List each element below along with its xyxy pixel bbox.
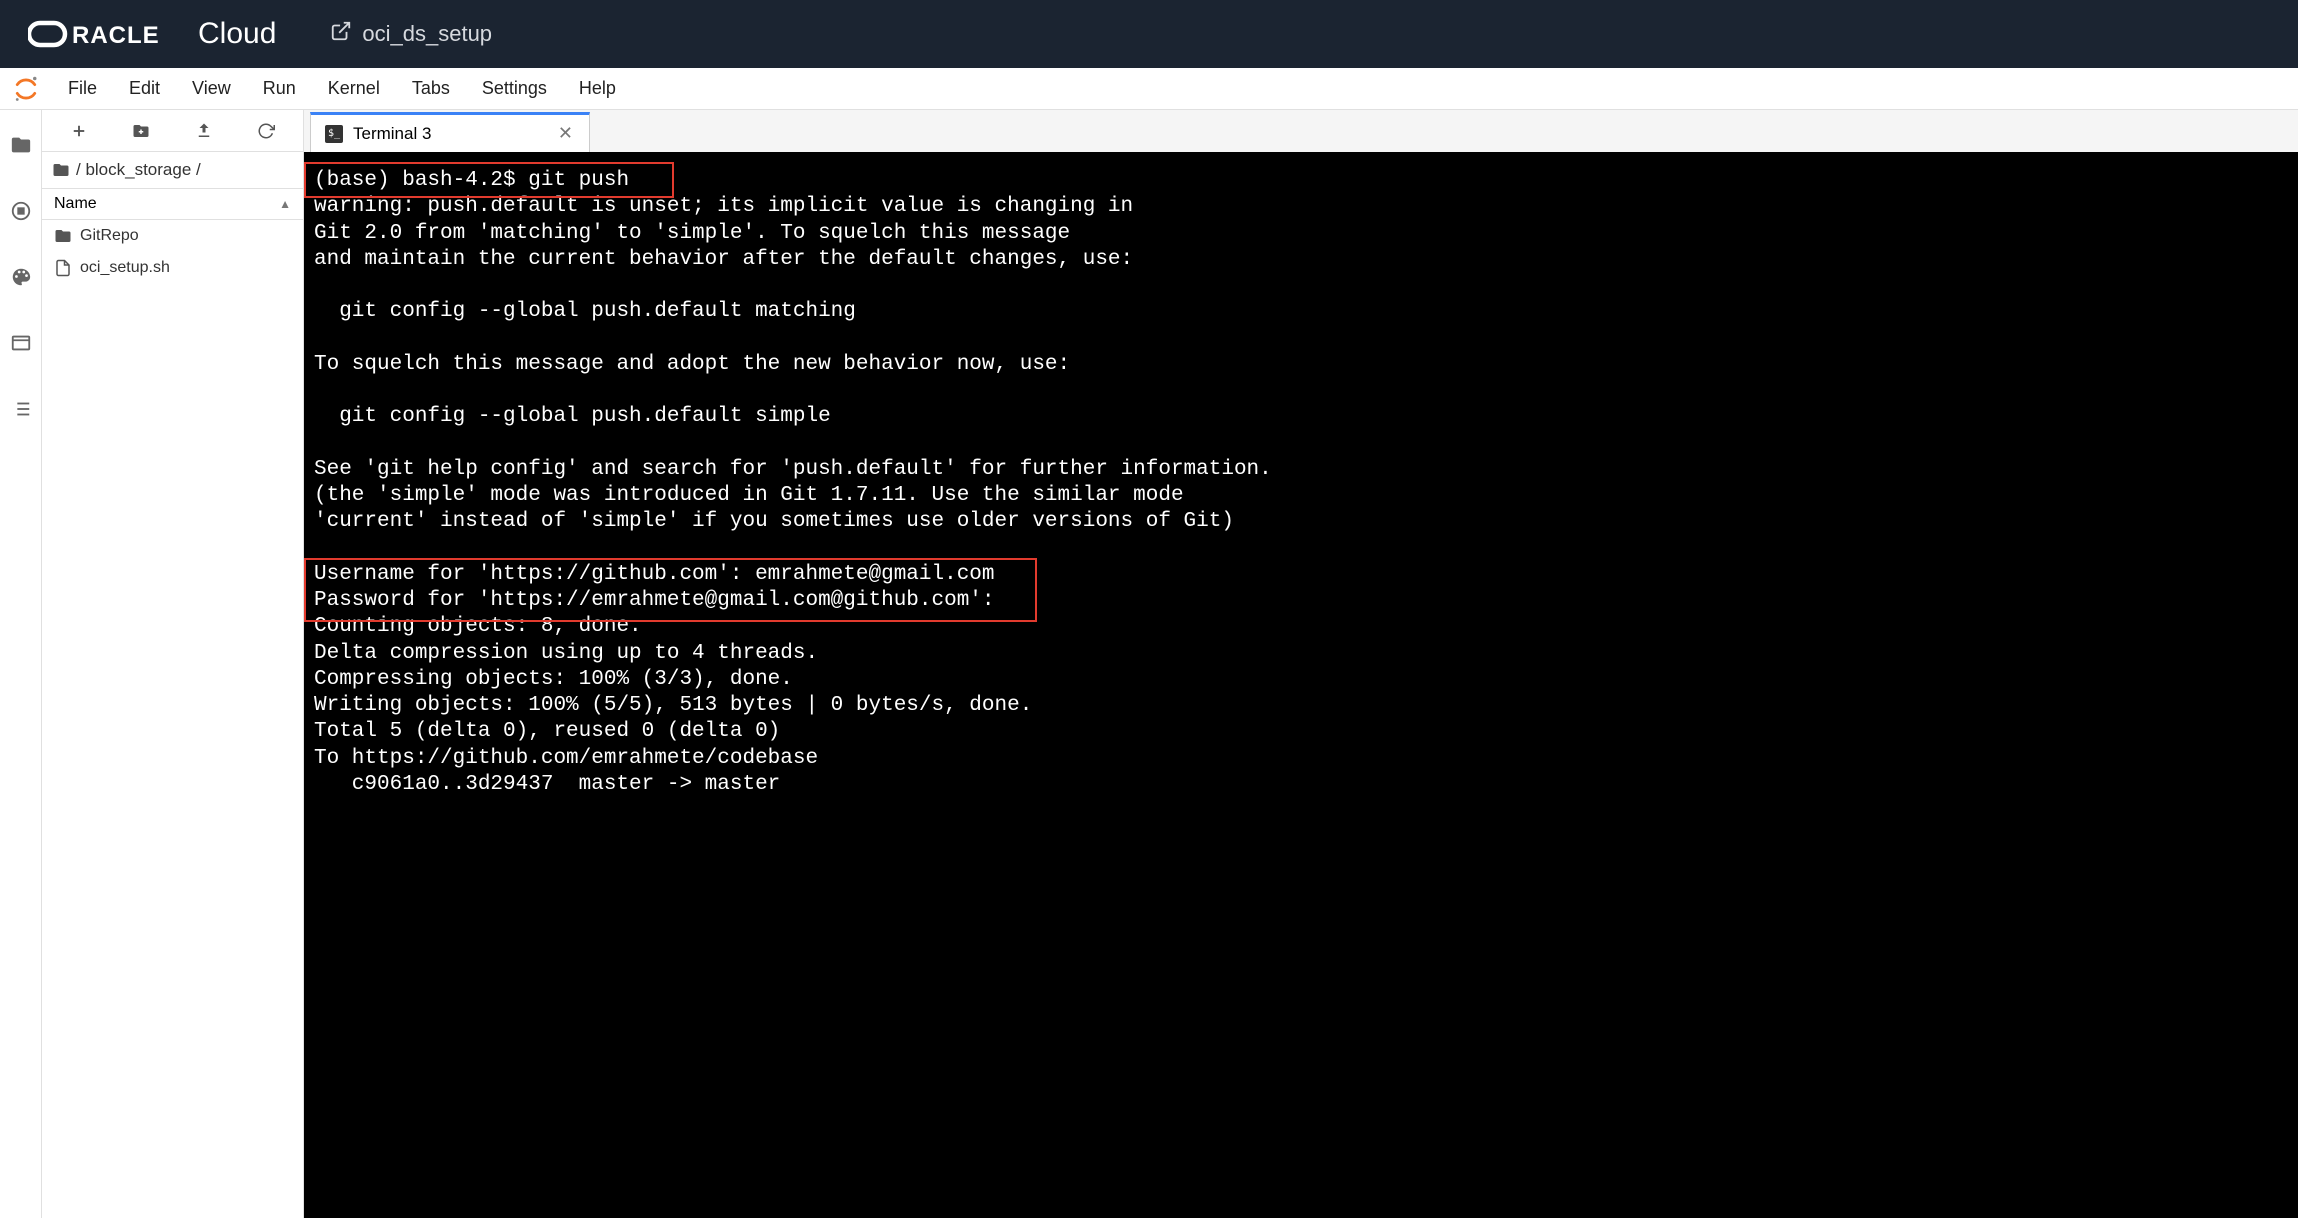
menu-edit[interactable]: Edit: [113, 70, 176, 107]
oracle-logo-text: RACLE: [28, 19, 188, 49]
tab-strip: $_ Terminal 3 ✕: [304, 110, 2298, 152]
activity-bar: [0, 110, 42, 1218]
menu-run[interactable]: Run: [247, 70, 312, 107]
oracle-cloud-logo: RACLE Cloud: [28, 17, 276, 51]
breadcrumb-path: / block_storage /: [76, 160, 201, 180]
tab-title: Terminal 3: [353, 124, 431, 144]
breadcrumb[interactable]: / block_storage /: [42, 152, 303, 188]
filelist-header-name: Name: [54, 195, 97, 213]
refresh-icon[interactable]: [256, 121, 276, 141]
menu-help[interactable]: Help: [563, 70, 632, 107]
highlight-box: [304, 162, 674, 198]
list-item-label: oci_setup.sh: [80, 259, 170, 277]
file-browser-panel: / block_storage / Name ▲ GitRepo oci_setu…: [42, 110, 304, 1218]
list-item[interactable]: oci_setup.sh: [42, 252, 303, 284]
menu-view[interactable]: View: [176, 70, 247, 107]
menu-file[interactable]: File: [52, 70, 113, 107]
work-area: $_ Terminal 3 ✕ (base) bash-4.2$ git pus…: [304, 110, 2298, 1218]
menu-settings[interactable]: Settings: [466, 70, 563, 107]
oracle-cloud-header: RACLE Cloud oci_ds_setup: [0, 0, 2298, 68]
palette-icon[interactable]: [10, 266, 32, 288]
menu-kernel[interactable]: Kernel: [312, 70, 396, 107]
svg-text:RACLE: RACLE: [72, 22, 160, 49]
project-link[interactable]: oci_ds_setup: [330, 20, 492, 48]
highlight-box: [304, 558, 1037, 622]
project-name: oci_ds_setup: [362, 21, 492, 47]
cloud-logo-text: Cloud: [198, 17, 276, 51]
menubar: FileEditViewRunKernelTabsSettingsHelp: [0, 68, 2298, 110]
close-icon[interactable]: ✕: [556, 123, 575, 144]
tab-terminal[interactable]: $_ Terminal 3 ✕: [310, 112, 590, 152]
list-icon[interactable]: [10, 398, 32, 420]
window-icon[interactable]: [10, 332, 32, 354]
file-list: GitRepo oci_setup.sh: [42, 220, 303, 1218]
file-icon: [54, 259, 72, 277]
list-item[interactable]: GitRepo: [42, 220, 303, 252]
plus-icon[interactable]: [69, 121, 89, 141]
jupyter-logo-icon[interactable]: [12, 75, 40, 103]
menu-tabs[interactable]: Tabs: [396, 70, 466, 107]
file-browser-toolbar: [42, 110, 303, 152]
external-link-icon: [330, 20, 352, 48]
filelist-header[interactable]: Name ▲: [42, 188, 303, 220]
folder-icon[interactable]: [10, 134, 32, 156]
terminal-output[interactable]: (base) bash-4.2$ git push warning: push.…: [304, 152, 2298, 1218]
new-folder-icon[interactable]: [131, 121, 151, 141]
stop-circle-icon[interactable]: [10, 200, 32, 222]
folder-icon: [52, 161, 70, 179]
terminal-icon: $_: [325, 125, 343, 143]
list-item-label: GitRepo: [80, 227, 139, 245]
folder-icon: [54, 227, 72, 245]
sort-asc-icon: ▲: [279, 197, 291, 211]
upload-icon[interactable]: [194, 121, 214, 141]
